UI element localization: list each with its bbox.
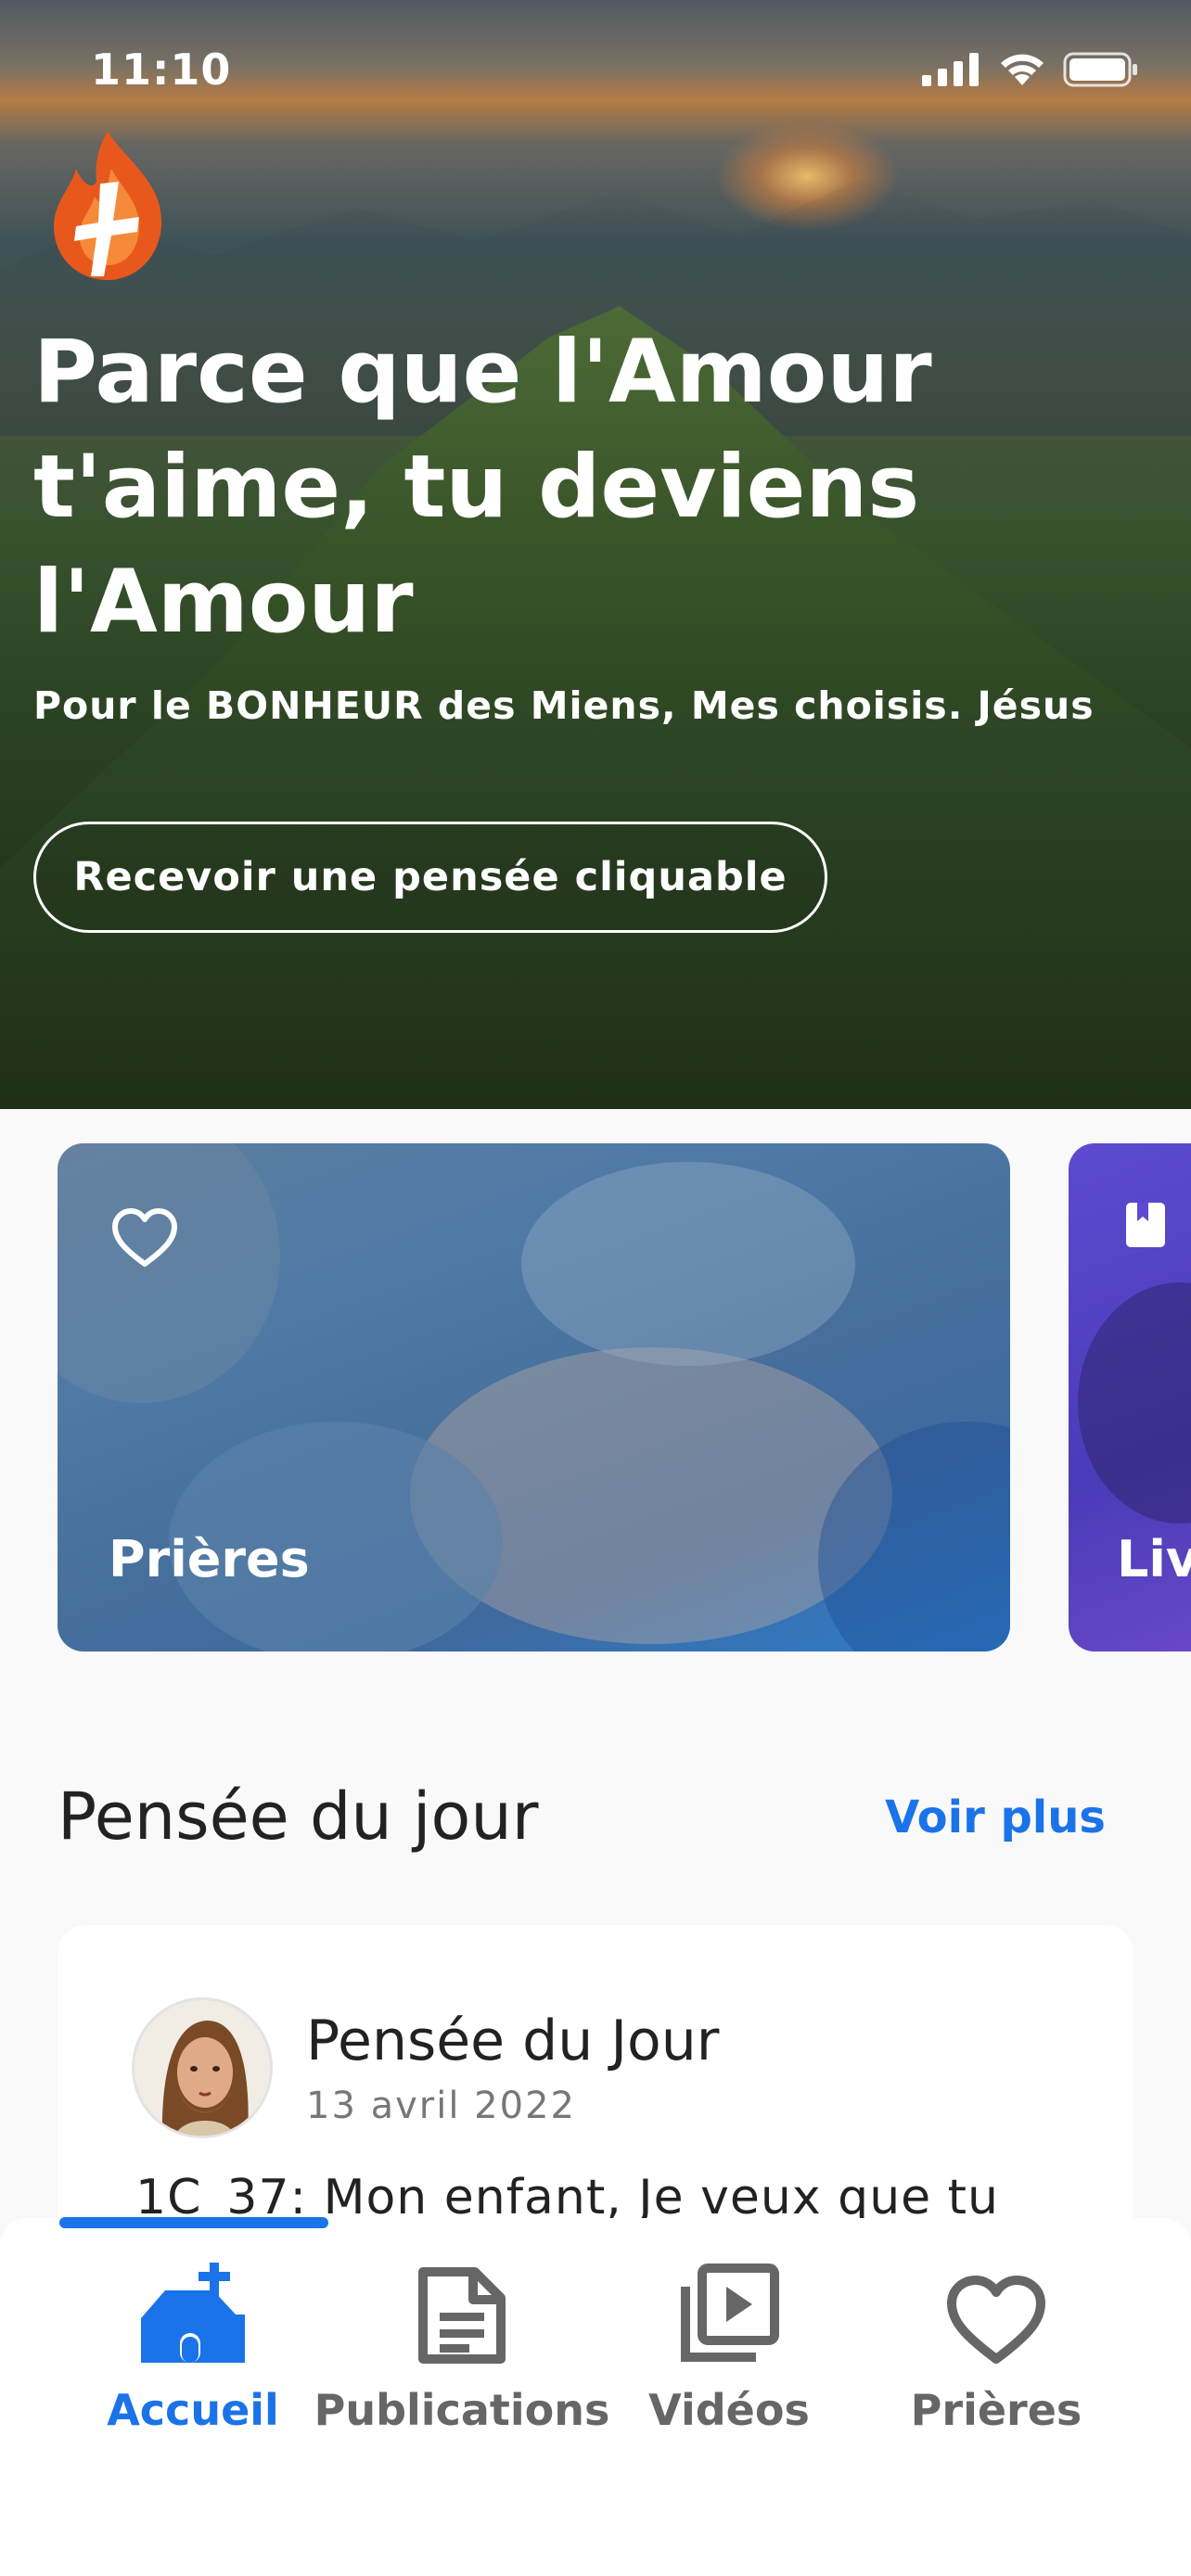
- video-library-icon: [681, 2264, 779, 2362]
- wifi-icon: [1001, 54, 1044, 85]
- tab-publications[interactable]: Publications: [314, 2253, 609, 2457]
- status-time: 11:10: [91, 45, 232, 95]
- heart-icon: [947, 2276, 1045, 2364]
- tab-label: Accueil: [107, 2385, 279, 2435]
- thought-title: Pensée du Jour: [306, 2009, 720, 2073]
- receive-thought-button[interactable]: Recevoir une pensée cliquable: [33, 822, 827, 933]
- active-tab-indicator: [59, 2217, 328, 2228]
- church-icon: [141, 2263, 245, 2363]
- tab-accueil[interactable]: Accueil: [54, 2253, 332, 2457]
- app-screen: 11:10 Parce que l'Amour t'aime, tu devie…: [0, 0, 1191, 2576]
- see-more-link[interactable]: Voir plus: [885, 1792, 1106, 1843]
- heart-icon: [112, 1208, 177, 1267]
- card-photo-shape: [521, 1162, 855, 1366]
- category-label: Liv: [1117, 1530, 1191, 1588]
- thought-date: 13 avril 2022: [306, 2085, 576, 2127]
- book-icon: [1126, 1203, 1165, 1247]
- card-photo-shape: [1078, 1282, 1191, 1524]
- status-icons: [922, 52, 1139, 87]
- hero-title: Parce que l'Amour t'aime, tu deviens l'A…: [33, 322, 932, 653]
- document-icon: [418, 2267, 506, 2364]
- signal-icon: [922, 53, 979, 86]
- tab-label: Prières: [910, 2385, 1082, 2435]
- card-photo-shape: [58, 1143, 280, 1403]
- category-label: Prières: [109, 1530, 310, 1588]
- hero-subtitle: Pour le BONHEUR des Miens, Mes choisis. …: [33, 683, 1095, 728]
- tab-prieres[interactable]: Prières: [857, 2253, 1135, 2457]
- tab-videos[interactable]: Vidéos: [590, 2253, 868, 2457]
- jesus-portrait-icon: [134, 2000, 270, 2136]
- app-logo-flame-cross: [54, 132, 162, 280]
- tab-label: Vidéos: [648, 2385, 810, 2435]
- category-card-livres[interactable]: Liv: [1069, 1143, 1191, 1651]
- category-card-prieres[interactable]: Prières: [58, 1143, 1010, 1651]
- section-title: Pensée du jour: [58, 1779, 539, 1855]
- avatar: [132, 1997, 273, 2138]
- battery-icon: [1063, 52, 1137, 87]
- tab-label: Publications: [314, 2385, 610, 2435]
